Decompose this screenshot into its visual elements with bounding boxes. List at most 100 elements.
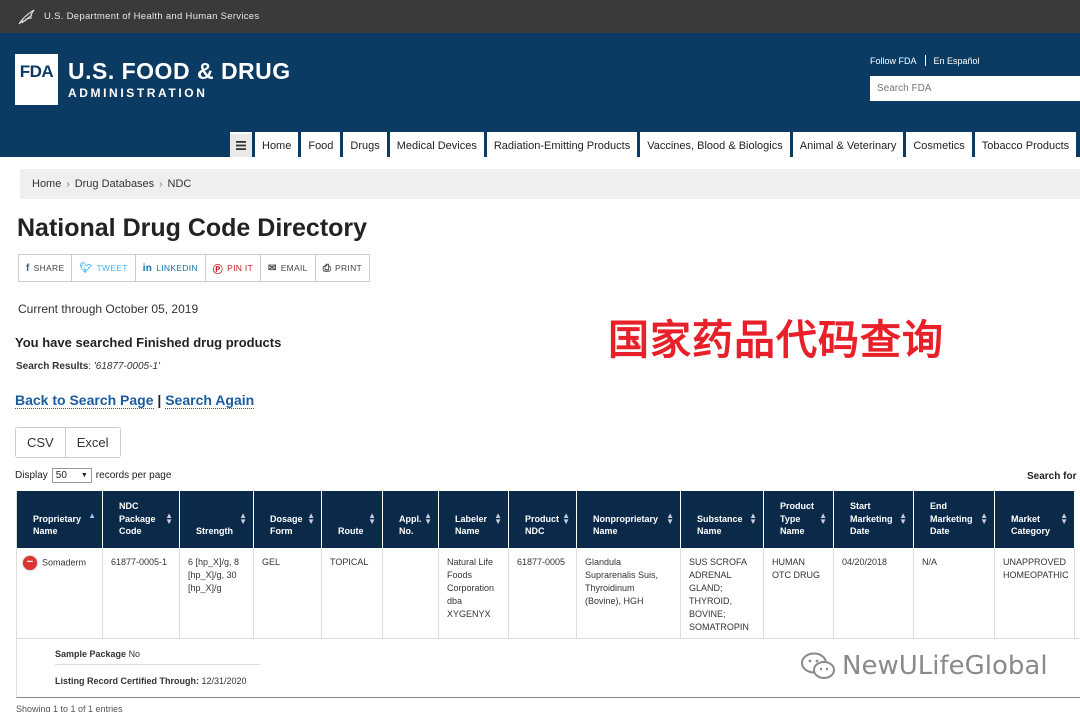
csv-button[interactable]: CSV — [16, 428, 65, 457]
nav-food[interactable]: Food — [301, 132, 341, 157]
search-results-line: Search Results: '61877-0005-1' — [16, 361, 160, 372]
page-length-value: 50 — [55, 470, 67, 481]
pinterest-icon: Ⓟ — [212, 264, 224, 276]
column-header-label: Start Marketing Date — [850, 501, 893, 537]
share-facebook-button[interactable]: f SHARE — [19, 255, 73, 281]
pinterest-button[interactable]: Ⓟ PIN IT — [206, 255, 261, 281]
fda-logo[interactable]: FDA — [15, 54, 58, 105]
envelope-icon: ✉ — [268, 262, 277, 274]
cell-dosage-form: GEL — [254, 548, 322, 638]
site-header: FDA U.S. FOOD & DRUG ADMINISTRATION Foll… — [0, 33, 1080, 157]
share-bar: f SHARE 🐦︎ TWEET in LINKEDIN Ⓟ PIN IT ✉ … — [18, 254, 371, 282]
breadcrumb-drug-databases[interactable]: Drug Databases — [75, 178, 155, 190]
sort-icon: ▲ ▼ — [1060, 511, 1068, 527]
column-header[interactable]: Dosage Form ▲ ▼ — [254, 491, 322, 548]
current-through-text: Current through October 05, 2019 — [18, 302, 199, 316]
column-header-label: Market Category — [1011, 513, 1051, 537]
table-search-label: Search for — [1027, 471, 1077, 482]
sample-package-label: Sample Package — [55, 649, 127, 659]
column-header[interactable]: Product NDC ▲ ▼ — [509, 491, 577, 548]
hhs-eagle-icon — [18, 8, 35, 24]
hhs-bar: U.S. Department of Health and Human Serv… — [0, 0, 1080, 33]
column-header-label: Strength — [196, 526, 233, 537]
nav-drugs[interactable]: Drugs — [343, 132, 387, 157]
nav-radiation-products[interactable]: Radiation-Emitting Products — [486, 132, 638, 157]
menu-button[interactable] — [230, 132, 252, 157]
sample-package-line: Sample Package No — [55, 649, 140, 659]
linkedin-button[interactable]: in LINKEDIN — [136, 255, 206, 281]
column-header-label: Dosage Form — [270, 513, 303, 537]
column-header[interactable]: End Marketing Date ▲ ▼ — [914, 491, 995, 548]
cell-labeler-name: Natural Life Foods Corporation dba XYGEN… — [439, 548, 509, 638]
column-header[interactable]: NDC Package Code ▲ ▼ — [103, 491, 180, 548]
sort-asc-icon: ▲ — [88, 511, 96, 520]
column-header-label: Appl. No. — [399, 513, 422, 537]
email-button[interactable]: ✉ EMAIL — [261, 255, 316, 281]
records-per-page-label: records per page — [95, 470, 172, 481]
link-separator: | — [157, 392, 162, 408]
display-label: Display — [15, 470, 48, 481]
pinit-label: PIN IT — [227, 263, 253, 273]
chevron-right-icon: › — [66, 178, 70, 190]
column-header-label: NDC Package Code — [119, 501, 156, 537]
column-header-label: Route — [338, 526, 364, 537]
wechat-icon — [801, 652, 835, 679]
search-results-label: Search Results — [16, 361, 89, 372]
espanol-link[interactable]: En Español — [934, 56, 980, 66]
nav-home[interactable]: Home — [255, 132, 299, 157]
cell-market-category: UNAPPROVED HOMEOPATHIC — [995, 548, 1075, 638]
hhs-link[interactable]: U.S. Department of Health and Human Serv… — [44, 11, 259, 22]
site-subtitle: ADMINISTRATION — [68, 86, 208, 100]
column-header[interactable]: Labeler Name ▲ ▼ — [439, 491, 509, 548]
collapse-row-icon[interactable]: − — [23, 556, 37, 570]
column-header[interactable]: Nonproprietary Name ▲ ▼ — [577, 491, 681, 548]
breadcrumb-home[interactable]: Home — [32, 178, 61, 190]
cell-product-ndc: 61877-0005 — [509, 548, 577, 638]
nav-cosmetics[interactable]: Cosmetics — [906, 132, 972, 157]
overlay-caption: 国家药品代码查询 — [608, 316, 944, 364]
nav-medical-devices[interactable]: Medical Devices — [389, 132, 484, 157]
column-header[interactable]: Substance Name ▲ ▼ — [681, 491, 764, 548]
site-title[interactable]: U.S. FOOD & DRUG — [68, 58, 291, 85]
chevron-right-icon: › — [159, 178, 163, 190]
column-header[interactable]: Product Type Name ▲ ▼ — [764, 491, 834, 548]
page-length-select[interactable]: 50 ▼ — [51, 468, 92, 483]
column-header-label: Product NDC — [525, 513, 560, 537]
column-header[interactable]: Appl. No. ▲ ▼ — [383, 491, 439, 548]
column-header[interactable]: Start Marketing Date ▲ ▼ — [834, 491, 914, 548]
column-header-label: Product Type Name — [780, 501, 815, 537]
hamburger-icon — [236, 141, 246, 150]
column-header-label: Proprietary Name — [33, 513, 82, 537]
back-to-search-link[interactable]: Back to Search Page — [15, 392, 154, 409]
certified-through-label: Listing Record Certified Through: — [55, 676, 199, 686]
table-info: Showing 1 to 1 of 1 entries — [16, 704, 123, 712]
linkedin-label: LINKEDIN — [156, 263, 198, 273]
column-header-label: Labeler Name — [455, 513, 488, 537]
export-buttons: CSV Excel — [15, 427, 121, 458]
table-row: − Somaderm 61877-0005-1 6 [hp_X]/g, 8 [hp… — [17, 548, 1075, 638]
page-title: National Drug Code Directory — [17, 214, 368, 242]
cell-proprietary-name[interactable]: − Somaderm — [17, 548, 103, 638]
main-nav: Home Food Drugs Medical Devices Radiatio… — [230, 132, 1077, 157]
nav-animal-veterinary[interactable]: Animal & Veterinary — [792, 132, 904, 157]
tweet-button[interactable]: 🐦︎ TWEET — [72, 255, 136, 281]
column-header[interactable]: Market Category ▲ ▼ — [995, 491, 1075, 548]
search-again-link[interactable]: Search Again — [165, 392, 255, 409]
column-header[interactable]: Proprietary Name ▲ — [17, 491, 103, 548]
search-fda-input[interactable] — [870, 76, 1080, 101]
cell-end-date: N/A — [914, 548, 995, 638]
sort-icon: ▲ ▼ — [368, 511, 376, 527]
cell-nonproprietary-name: Glandula Suprarenalis Suis, Thyroidinum … — [577, 548, 681, 638]
column-header[interactable]: Strength ▲ ▼ — [180, 491, 254, 548]
print-button[interactable]: ⎙ PRINT — [316, 255, 369, 281]
excel-button[interactable]: Excel — [64, 428, 120, 457]
sort-icon: ▲ ▼ — [562, 511, 570, 527]
sample-package-value: No — [128, 649, 141, 659]
nav-vaccines[interactable]: Vaccines, Blood & Biologics — [640, 132, 790, 157]
nav-tobacco[interactable]: Tobacco Products — [974, 132, 1077, 157]
sort-icon: ▲ ▼ — [666, 511, 674, 527]
follow-fda-link[interactable]: Follow FDA — [870, 56, 917, 66]
column-header[interactable]: Route ▲ ▼ — [322, 491, 383, 548]
sort-icon: ▲ ▼ — [749, 511, 757, 527]
facebook-icon: f — [26, 262, 30, 274]
